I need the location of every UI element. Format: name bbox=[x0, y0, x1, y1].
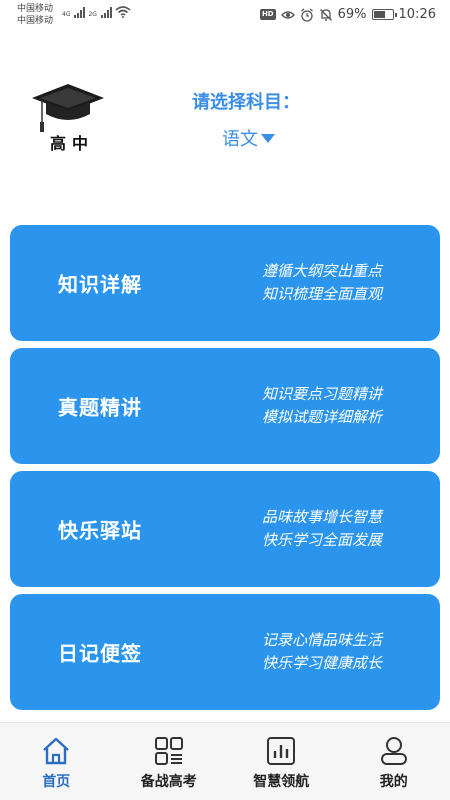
card-title: 快乐驿站 bbox=[58, 518, 142, 543]
bottom-nav: 首页 备战高考 智慧领航 我的 bbox=[0, 722, 450, 800]
card-desc-line-2: 知识梳理全面直观 bbox=[261, 285, 382, 303]
status-right: HD 69% 10:26 bbox=[259, 7, 436, 22]
nav-mine[interactable]: 我的 bbox=[338, 723, 450, 800]
hd-icon: HD bbox=[259, 9, 276, 20]
home-icon bbox=[43, 737, 70, 765]
card-desc-line-2: 快乐学习健康成长 bbox=[261, 654, 382, 672]
card-desc-line-1: 记录心情品味生活 bbox=[261, 631, 382, 649]
battery-percent: 69% bbox=[337, 7, 367, 22]
network-type-2: 2G bbox=[88, 11, 97, 18]
nav-label: 我的 bbox=[379, 774, 408, 790]
eye-icon bbox=[280, 10, 295, 19]
card-description: 知识要点习题精讲 模拟试题详细解析 bbox=[262, 383, 382, 429]
signal-icon-2 bbox=[100, 6, 112, 18]
card-description: 品味故事增长智慧 快乐学习全面发展 bbox=[262, 506, 382, 552]
subject-prompt: 请选择科目： bbox=[192, 92, 300, 113]
nav-label: 备战高考 bbox=[140, 774, 197, 790]
battery-icon bbox=[371, 9, 397, 20]
signal-icon bbox=[74, 6, 86, 18]
card-title: 日记便签 bbox=[58, 641, 142, 666]
wifi-icon bbox=[115, 6, 131, 18]
grid-icon bbox=[154, 737, 183, 765]
nav-label: 智慧领航 bbox=[253, 774, 310, 790]
chart-icon bbox=[267, 737, 296, 765]
profile-icon bbox=[380, 737, 407, 765]
battery-level bbox=[373, 11, 386, 18]
alarm-icon bbox=[300, 7, 313, 22]
card-description: 记录心情品味生活 快乐学习健康成长 bbox=[262, 629, 382, 675]
nav-home[interactable]: 首页 bbox=[0, 723, 113, 800]
mute-bell-icon bbox=[319, 8, 332, 21]
subject-dropdown[interactable]: 语文 bbox=[222, 125, 275, 151]
clock: 10:26 bbox=[398, 7, 436, 22]
subject-value: 语文 bbox=[222, 129, 258, 150]
card-title: 真题精讲 bbox=[58, 395, 142, 420]
nav-smart-guide[interactable]: 智慧领航 bbox=[225, 723, 338, 800]
card-happy-station[interactable]: 快乐驿站 品味故事增长智慧 快乐学习全面发展 bbox=[10, 471, 440, 587]
status-bar: 中国移动 中国移动 4G 2G HD 69% 10:26 bbox=[0, 0, 450, 30]
card-description: 遵循大纲突出重点 知识梳理全面直观 bbox=[262, 260, 382, 306]
network-type-1: 4G bbox=[62, 11, 71, 18]
card-diary-notes[interactable]: 日记便签 记录心情品味生活 快乐学习健康成长 bbox=[10, 594, 440, 710]
card-desc-line-1: 遵循大纲突出重点 bbox=[261, 262, 382, 280]
caret-down-icon bbox=[261, 133, 275, 143]
carrier-info: 中国移动 中国移动 bbox=[17, 3, 53, 27]
card-desc-line-1: 知识要点习题精讲 bbox=[261, 385, 382, 403]
nav-label: 首页 bbox=[42, 774, 71, 790]
card-title: 知识详解 bbox=[58, 272, 142, 297]
card-desc-line-2: 模拟试题详细解析 bbox=[261, 408, 382, 426]
card-exam-questions[interactable]: 真题精讲 知识要点习题精讲 模拟试题详细解析 bbox=[10, 348, 440, 464]
logo-text: 高中 bbox=[50, 134, 95, 153]
nav-gaokao-prep[interactable]: 备战高考 bbox=[113, 723, 226, 800]
carrier-line-2: 中国移动 bbox=[17, 16, 54, 26]
card-desc-line-2: 快乐学习全面发展 bbox=[261, 531, 382, 549]
carrier-line-1: 中国移动 bbox=[17, 4, 54, 14]
network-indicators: 4G 2G bbox=[62, 6, 131, 18]
card-desc-line-1: 品味故事增长智慧 bbox=[261, 508, 382, 526]
card-knowledge[interactable]: 知识详解 遵循大纲突出重点 知识梳理全面直观 bbox=[10, 225, 440, 341]
